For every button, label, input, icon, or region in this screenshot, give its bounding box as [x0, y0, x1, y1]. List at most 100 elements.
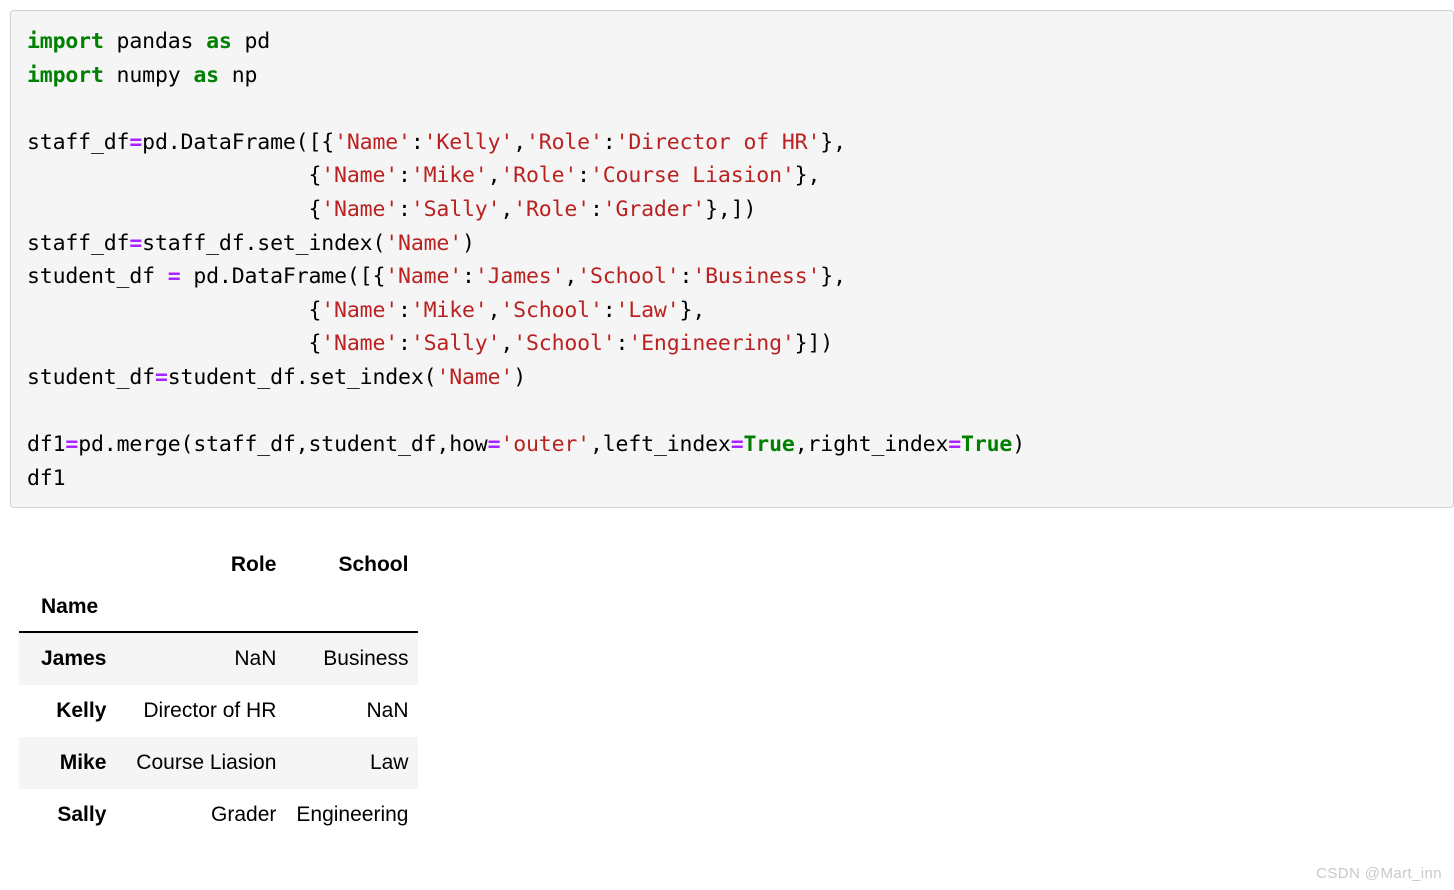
- dataframe-output: Role School Name James NaN Business Kell…: [19, 545, 419, 841]
- code-token: },: [794, 163, 821, 189]
- code-token: pandas: [103, 29, 207, 54]
- code-token: =: [129, 129, 143, 155]
- dataframe-column-header-row: Role School: [19, 545, 419, 585]
- code-token: 'Name': [385, 230, 463, 256]
- table-row: Sally Grader Engineering: [19, 789, 419, 841]
- code-token: ): [462, 230, 475, 256]
- code-token: ,right_index: [794, 432, 949, 458]
- code-token: 'James': [474, 264, 565, 290]
- code-token: True: [961, 432, 1013, 458]
- code-line: {'Name':'Mike','School':'Law'},: [27, 294, 1453, 328]
- code-token: student_df: [27, 264, 168, 290]
- code-token: :: [589, 196, 603, 222]
- code-token: True: [743, 432, 795, 458]
- code-token: 'Business': [692, 264, 821, 290]
- dataframe-index-name-spacer-2: [286, 585, 419, 632]
- table-row: Kelly Director of HR NaN: [19, 685, 419, 737]
- code-token: 'School': [577, 264, 680, 290]
- code-token: 'Law': [615, 297, 680, 323]
- cell-role: Course Liasion: [136, 751, 277, 774]
- code-line: student_df = pd.DataFrame([{'Name':'Jame…: [27, 260, 1453, 294]
- code-token: numpy: [103, 62, 194, 88]
- code-token: ,: [487, 163, 501, 189]
- code-token: {: [27, 196, 322, 222]
- code-token: as: [193, 62, 219, 88]
- dataframe-index-name-row: Name: [19, 585, 419, 632]
- cell-school: NaN: [366, 699, 409, 722]
- code-token: 'Name': [321, 297, 399, 323]
- code-line: import pandas as pd: [27, 25, 1453, 59]
- code-line: import numpy as np: [27, 59, 1453, 93]
- code-token: pd: [231, 29, 271, 54]
- code-token: {: [27, 297, 322, 323]
- code-token: },: [679, 297, 706, 323]
- csdn-watermark: CSDN @Mart_inn: [1316, 865, 1442, 882]
- code-token: :: [577, 163, 590, 189]
- code-token: }]): [794, 331, 834, 357]
- dataframe-index-name: Name: [19, 585, 119, 632]
- cell-role: Director of HR: [143, 699, 277, 722]
- dataframe-corner-cell: [19, 545, 119, 585]
- code-token: :: [615, 331, 629, 357]
- code-line: staff_df=pd.DataFrame([{'Name':'Kelly','…: [27, 126, 1453, 160]
- code-token: import: [27, 29, 104, 54]
- dataframe-table: Role School Name James NaN Business Kell…: [19, 545, 419, 841]
- dataframe-tbody: James NaN Business Kelly Director of HR …: [19, 632, 419, 841]
- table-row: Mike Course Liasion Law: [19, 737, 419, 789]
- code-token: 'Mike': [410, 297, 488, 323]
- code-token: pd.DataFrame([{: [142, 129, 335, 155]
- code-token: =: [167, 264, 181, 290]
- code-token: :: [462, 264, 475, 290]
- code-token: },: [820, 129, 846, 155]
- cell-school: Business: [323, 647, 409, 670]
- code-token: 'outer': [500, 432, 590, 458]
- code-token: 'School': [513, 331, 616, 357]
- code-token: :: [679, 264, 693, 290]
- code-token: 'Name': [321, 163, 399, 189]
- code-token: pd.merge(staff_df,student_df,how: [78, 432, 488, 458]
- code-token: ,: [564, 264, 578, 290]
- code-token: import: [27, 62, 104, 88]
- row-index-label: Mike: [59, 751, 107, 774]
- code-token: df1: [27, 465, 66, 491]
- cell-school: Law: [369, 751, 409, 774]
- dataframe-column-header-school: School: [286, 545, 419, 585]
- row-index-label: James: [41, 647, 107, 670]
- code-line: df1: [27, 462, 1453, 496]
- code-token: 'Role': [513, 196, 590, 222]
- code-token: ,: [500, 196, 514, 222]
- code-token: =: [730, 432, 744, 458]
- cell-role: Grader: [211, 803, 277, 826]
- code-token: 'Name': [385, 264, 463, 290]
- dataframe-column-header-role: Role: [118, 545, 287, 585]
- code-token: ): [1012, 432, 1026, 458]
- code-token: 'Sally': [410, 196, 501, 222]
- code-token: =: [65, 432, 79, 458]
- code-token: },: [820, 264, 846, 290]
- jupyter-code-cell[interactable]: import pandas as pd import numpy as np st…: [10, 10, 1454, 508]
- code-line: student_df=student_df.set_index('Name'): [27, 361, 1453, 395]
- code-token: :: [398, 163, 411, 189]
- code-source[interactable]: import pandas as pd import numpy as np st…: [11, 11, 1453, 495]
- code-token: :: [398, 331, 411, 357]
- code-token: :: [410, 129, 424, 155]
- code-token: =: [487, 432, 501, 458]
- code-token: ): [513, 364, 526, 390]
- code-token: ,: [487, 297, 501, 323]
- code-token: student_df: [27, 364, 155, 390]
- code-token: :: [602, 297, 616, 323]
- row-index-label: Sally: [57, 803, 107, 826]
- cell-school: Engineering: [296, 803, 409, 826]
- code-token: staff_df: [27, 129, 130, 155]
- code-token: ,left_index: [589, 432, 731, 458]
- code-token: {: [27, 163, 322, 189]
- dataframe-thead: Role School Name: [19, 545, 419, 632]
- code-token: 'Engineering': [628, 331, 795, 357]
- code-token: =: [129, 230, 143, 256]
- code-token: 'Mike': [410, 163, 488, 189]
- code-line: {'Name':'Mike','Role':'Course Liasion'},: [27, 159, 1453, 193]
- table-row: James NaN Business: [19, 632, 419, 685]
- code-token: :: [398, 196, 411, 222]
- code-token: =: [948, 432, 962, 458]
